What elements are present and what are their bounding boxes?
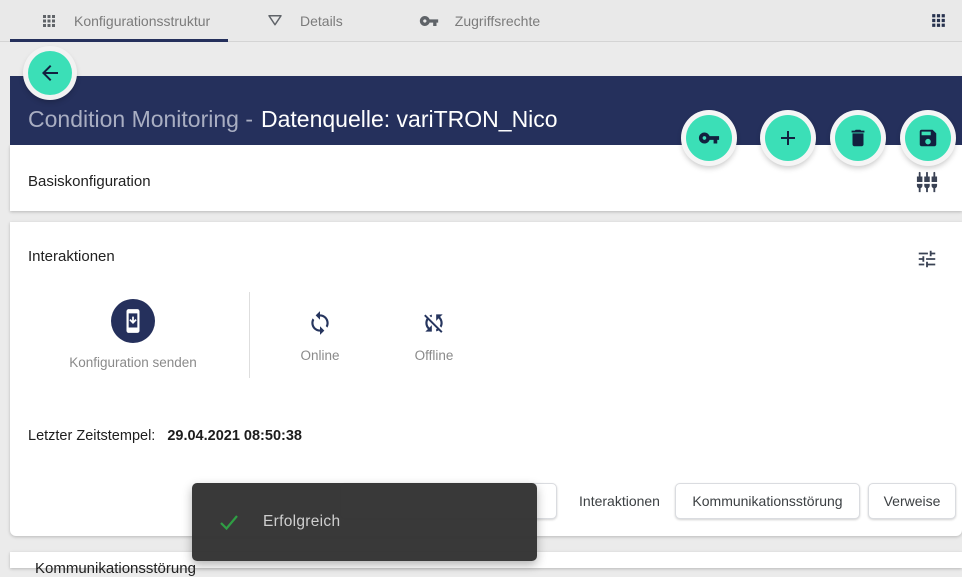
- plus-icon: [776, 126, 800, 150]
- success-toast: Erfolgreich: [192, 483, 537, 561]
- save-button[interactable]: [905, 115, 951, 161]
- sync-disabled-icon: [421, 310, 447, 336]
- top-tab-bar: Konfigurationsstruktur Details Zugriffsr…: [0, 0, 962, 42]
- section-title: Basiskonfiguration: [28, 173, 151, 190]
- action-label: Offline: [374, 348, 494, 363]
- filter-icon: [266, 12, 284, 30]
- title-prefix: Condition Monitoring -: [28, 106, 253, 132]
- nav-button-verweise[interactable]: Verweise: [868, 483, 956, 519]
- tab-label: Zugriffsrechte: [455, 13, 540, 29]
- timestamp-value: 29.04.2021 08:50:38: [167, 428, 302, 444]
- action-label: Online: [270, 348, 370, 363]
- delete-button[interactable]: [835, 115, 881, 161]
- tab-konfigurationsstruktur[interactable]: Konfigurationsstruktur: [10, 0, 228, 41]
- title-main: Datenquelle: variTRON_Nico: [261, 106, 558, 132]
- last-timestamp: Letzter Zeitstempel: 29.04.2021 08:50:38: [28, 428, 302, 444]
- toast-message: Erfolgreich: [263, 513, 340, 531]
- key-icon: [698, 127, 720, 149]
- tab-label: Konfigurationsstruktur: [74, 13, 210, 29]
- vertical-divider: [249, 292, 250, 378]
- tune-icon[interactable]: [916, 248, 938, 270]
- settings-input-component-icon[interactable]: [916, 171, 938, 193]
- section-title: Kommunikationsstörung: [35, 560, 196, 577]
- action-offline[interactable]: Offline: [374, 310, 494, 363]
- save-icon: [917, 127, 939, 149]
- action-label: Konfiguration senden: [43, 355, 223, 370]
- apps-grid-icon[interactable]: [929, 11, 948, 30]
- back-button[interactable]: [28, 51, 72, 95]
- grid-icon: [40, 12, 58, 30]
- section-title: Interaktionen: [28, 248, 115, 265]
- access-rights-button[interactable]: [686, 115, 732, 161]
- tab-details[interactable]: Details: [228, 0, 381, 41]
- trash-icon: [847, 127, 869, 149]
- arrow-left-icon: [38, 61, 62, 85]
- tab-label: Details: [300, 13, 343, 29]
- add-button[interactable]: [765, 115, 811, 161]
- nav-button-interaktionen[interactable]: Interaktionen: [562, 483, 677, 519]
- page-header: Condition Monitoring - Datenquelle: variT…: [10, 76, 962, 145]
- timestamp-label: Letzter Zeitstempel:: [28, 428, 155, 444]
- basiskonfiguration-section: Basiskonfiguration: [10, 145, 962, 211]
- sync-icon: [307, 310, 333, 336]
- action-online[interactable]: Online: [270, 310, 370, 363]
- check-icon: [217, 510, 241, 534]
- page-title: Condition Monitoring - Datenquelle: variT…: [28, 106, 558, 133]
- send-to-device-icon: [111, 299, 155, 343]
- key-icon: [419, 11, 439, 31]
- nav-button-kommunikationsstoerung[interactable]: Kommunikationsstörung: [675, 483, 860, 519]
- action-konfiguration-senden[interactable]: Konfiguration senden: [43, 299, 223, 370]
- tab-zugriffsrechte[interactable]: Zugriffsrechte: [381, 0, 578, 41]
